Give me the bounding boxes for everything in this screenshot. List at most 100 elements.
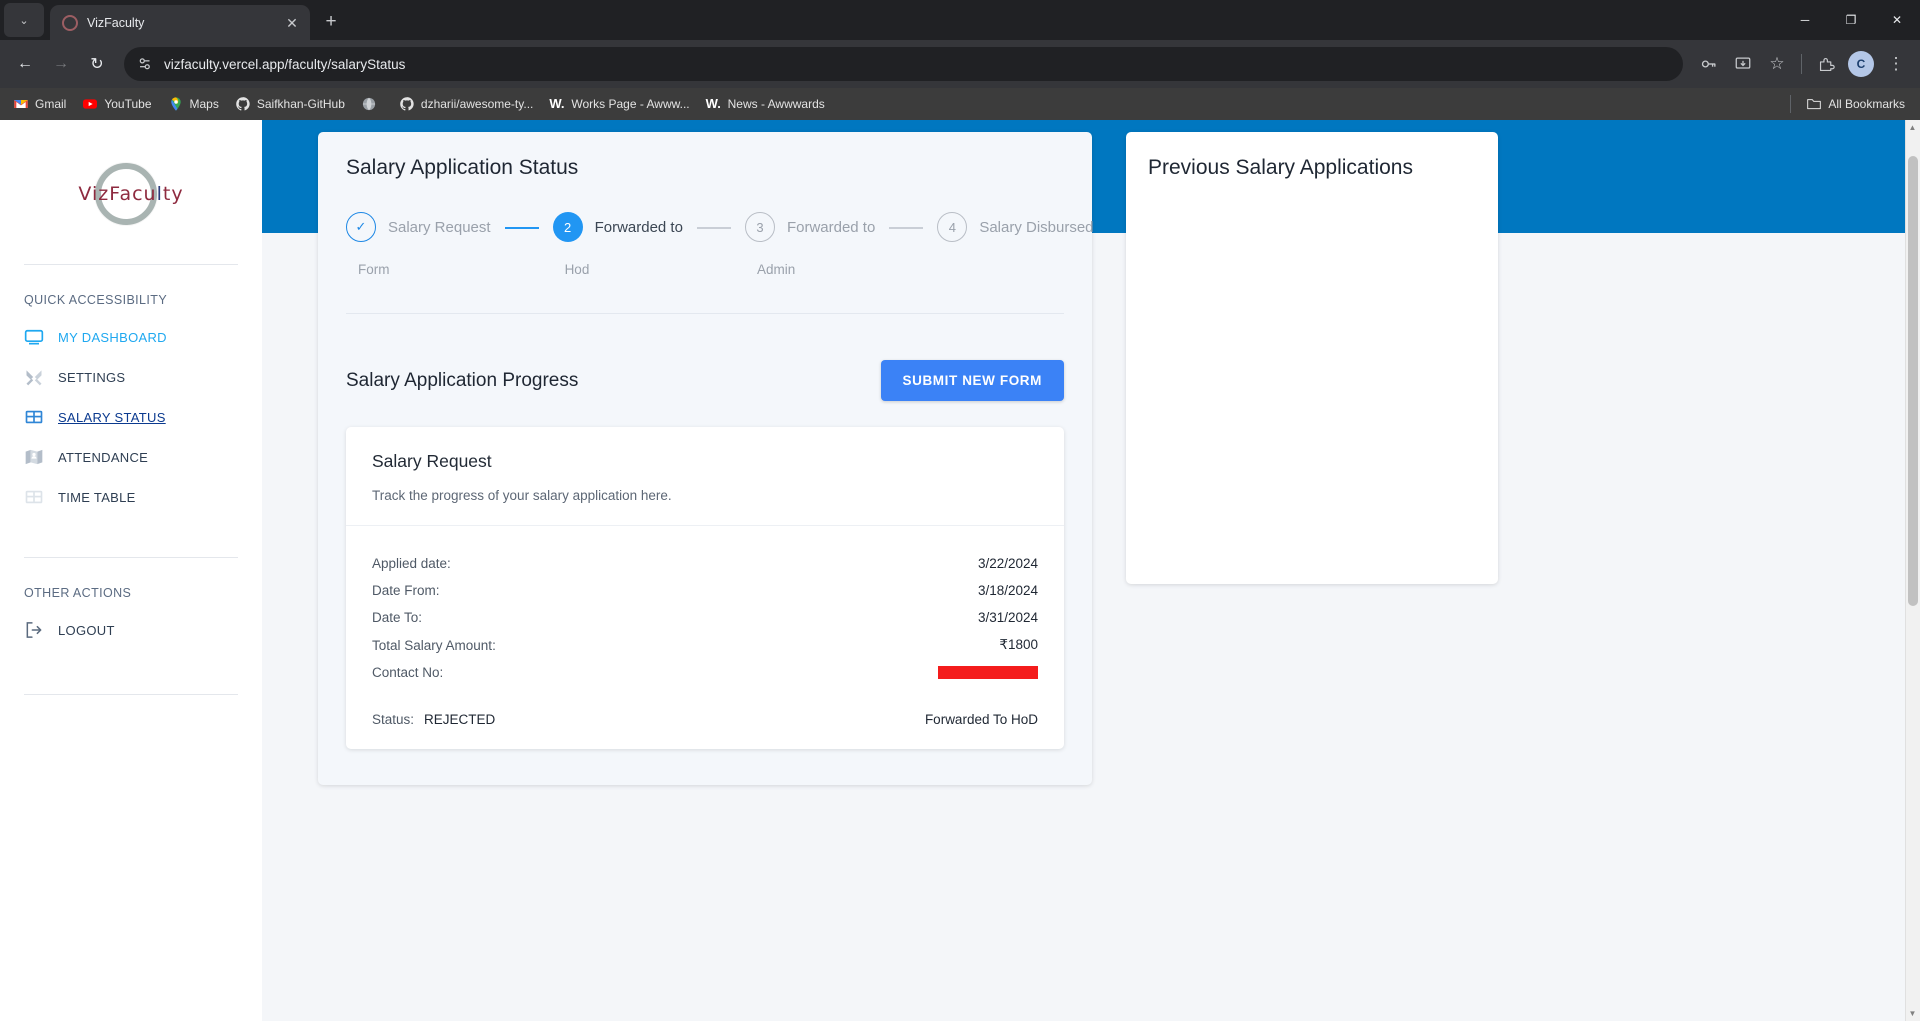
address-bar[interactable]: vizfaculty.vercel.app/faculty/salaryStat… (124, 47, 1683, 81)
salary-status-card: Salary Application Status ✓ Salary Reque… (318, 132, 1094, 785)
browser-window: ⌄ VizFaculty ✕ + ─ ❐ ✕ ← → ↻ vizfaculty.… (0, 0, 1920, 1021)
detail-row-label: Total Salary Amount: (372, 637, 496, 653)
sidebar-item-settings[interactable]: SETTINGS (24, 357, 238, 397)
detail-row: Contact No: (372, 659, 1038, 686)
sidebar-item-logout[interactable]: LOGOUT (24, 610, 238, 650)
detail-subheading: Track the progress of your salary applic… (372, 488, 672, 503)
scroll-up-arrow[interactable]: ▲ (1908, 123, 1917, 132)
window-controls: ─ ❐ ✕ (1782, 0, 1920, 40)
page-title: Salary Application Status (346, 156, 579, 179)
maximize-button[interactable]: ❐ (1828, 0, 1874, 40)
sidebar-section-title-quick: QUICK ACCESSIBILITY (24, 293, 168, 307)
minimize-button[interactable]: ─ (1782, 0, 1828, 40)
content-columns: Salary Application Status ✓ Salary Reque… (262, 120, 1920, 785)
all-bookmarks-button[interactable]: All Bookmarks (1799, 92, 1912, 116)
detail-row: Total Salary Amount: ₹1800 (372, 631, 1038, 659)
sidebar-divider-middle (24, 557, 238, 558)
progress-header: Salary Application Progress SUBMIT NEW F… (346, 360, 1064, 401)
logo-text-part1: Viz (78, 183, 110, 205)
back-icon[interactable]: ← (8, 47, 42, 81)
detail-row-label: Applied date: (372, 556, 451, 571)
gmail-icon (14, 100, 28, 108)
tools-icon (26, 370, 42, 386)
sidebar-divider-bottom (24, 694, 238, 695)
reload-icon[interactable]: ↻ (80, 47, 114, 81)
stepper-step-4: 4 Salary Disbursed (937, 212, 1094, 262)
status-label: Status: (372, 712, 415, 727)
sidebar-section-title-other: OTHER ACTIONS (24, 586, 132, 600)
sidebar-item-attendance[interactable]: ATTENDANCE (24, 437, 238, 477)
bookmark-saifkhan-github[interactable]: Saifkhan-GitHub (228, 92, 352, 116)
profile-avatar[interactable]: C (1848, 51, 1874, 77)
bookmark-youtube[interactable]: YouTube (75, 92, 158, 116)
detail-row: Date To: 3/31/2024 (372, 604, 1038, 631)
detail-row-label: Contact No: (372, 665, 444, 680)
stepper-step-1: ✓ Salary Request Form (346, 212, 491, 277)
bookmark-gmail[interactable]: Gmail (6, 92, 73, 116)
stepper-step-2-row: 2 Forwarded to (552, 212, 683, 242)
step-sublabel: Admin (756, 262, 796, 277)
submit-new-form-button[interactable]: SUBMIT NEW FORM (880, 360, 1064, 401)
browser-toolbar: ← → ↻ vizfaculty.vercel.app/faculty/sala… (0, 40, 1920, 88)
bookmark-news-awwwards[interactable]: W. News - Awwwards (699, 92, 832, 116)
logout-icon (26, 622, 42, 638)
sidebar-item-label: MY DASHBOARD (58, 329, 167, 345)
all-bookmarks-label: All Bookmarks (1828, 97, 1905, 111)
sidebar-item-time-table[interactable]: TIME TABLE (24, 477, 238, 517)
close-icon[interactable]: ✕ (282, 13, 302, 33)
logo-text-part2: Facu (109, 183, 157, 205)
browser-menu-icon[interactable]: ⋮ (1880, 48, 1912, 80)
extensions-icon[interactable] (1810, 48, 1842, 80)
bookmark-star-icon[interactable]: ☆ (1761, 48, 1793, 80)
forward-icon[interactable]: → (44, 47, 78, 81)
bookmark-works-page[interactable]: W. Works Page - Awww... (542, 92, 696, 116)
bookmarks-bar: Gmail YouTube Maps Saifkhan-GitHub dzhar… (0, 88, 1920, 120)
github-icon (400, 97, 414, 111)
step-badge[interactable]: 3 (744, 212, 775, 242)
maps-icon (170, 97, 181, 111)
bookmark-label: Maps (189, 97, 219, 111)
progress-title: Salary Application Progress (346, 369, 579, 391)
browser-tab[interactable]: VizFaculty ✕ (50, 5, 310, 40)
passwords-icon[interactable] (1693, 48, 1725, 80)
step-label: Forwarded to (594, 218, 683, 236)
page-viewport: VizFaculty QUICK ACCESSIBILITY MY DASHBO… (0, 120, 1920, 1021)
sidebar-item-my-dashboard[interactable]: MY DASHBOARD (24, 317, 238, 357)
stepper-connector-3 (889, 227, 924, 229)
scroll-down-arrow[interactable]: ▼ (1908, 1009, 1917, 1018)
tab-search-button[interactable]: ⌄ (4, 3, 44, 37)
stepper-step-4-row: 4 Salary Disbursed (937, 212, 1094, 242)
install-app-icon[interactable] (1727, 48, 1759, 80)
stepper-connector-2 (696, 227, 731, 229)
site-settings-icon[interactable] (136, 55, 154, 73)
app-sidebar: VizFaculty QUICK ACCESSIBILITY MY DASHBO… (0, 120, 262, 1021)
redacted-contact-value (938, 666, 1038, 679)
bookmark-label: Works Page - Awww... (571, 97, 690, 111)
sidebar-item-salary-status[interactable]: SALARY STATUS (24, 397, 238, 437)
sidebar-item-label: TIME TABLE (58, 489, 136, 505)
scrollbar-thumb[interactable] (1908, 156, 1918, 606)
bookmark-label: News - Awwwards (727, 97, 825, 111)
new-tab-button[interactable]: + (316, 7, 346, 37)
step-badge[interactable]: 2 (552, 212, 583, 242)
bookmark-maps[interactable]: Maps (161, 92, 226, 116)
bookmark-globe[interactable] (354, 92, 390, 116)
bookmark-label: YouTube (104, 97, 152, 111)
bookmark-label: Saifkhan-GitHub (256, 97, 345, 111)
chevron-down-icon: ⌄ (19, 14, 29, 27)
salary-request-detail-card: Salary Request Track the progress of you… (346, 427, 1064, 749)
step-badge[interactable]: ✓ (346, 212, 376, 242)
youtube-icon (83, 99, 98, 109)
sidebar-item-label: ATTENDANCE (58, 449, 149, 465)
toolbar-divider (1801, 54, 1802, 74)
step-label: Salary Request (388, 218, 491, 236)
detail-row: Applied date: 3/22/2024 (372, 550, 1038, 577)
step-badge[interactable]: 4 (937, 212, 968, 242)
app-logo[interactable]: VizFaculty (24, 134, 238, 254)
window-close-button[interactable]: ✕ (1874, 0, 1920, 40)
globe-icon (362, 97, 376, 111)
bookmark-awesome-ty[interactable]: dzharii/awesome-ty... (392, 92, 540, 116)
detail-row-value: ₹1800 (999, 637, 1038, 652)
page-scrollbar[interactable]: ▲ ▼ (1905, 120, 1920, 1021)
sidebar-divider-top (24, 264, 238, 265)
